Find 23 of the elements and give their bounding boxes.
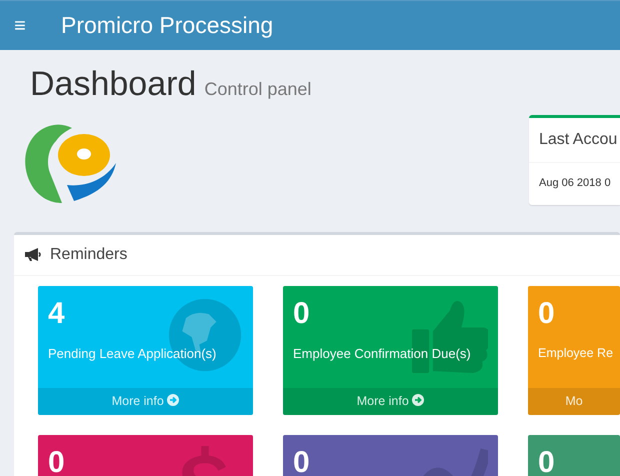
arrow-circle-icon <box>412 394 424 406</box>
app-title: Promicro Processing <box>61 11 274 40</box>
count-text: 4 <box>48 296 65 332</box>
page-title: Dashboard <box>30 64 196 105</box>
megaphone-icon <box>24 247 42 262</box>
card-value: Aug 06 2018 0 <box>538 176 612 191</box>
count-text: 0 <box>538 296 555 332</box>
menu-button[interactable]: ≡ <box>0 10 40 40</box>
panel-title: Reminders <box>50 244 128 265</box>
count-text: 0 <box>538 444 555 476</box>
count-text: 0 <box>293 296 310 332</box>
logo-icon <box>22 122 118 205</box>
more-info-link[interactable]: Mo <box>528 388 620 415</box>
box-label: Employee Confirmation Due(s) <box>293 344 472 363</box>
card-title: Last Accou <box>529 118 620 163</box>
box-label: Pending Leave Application(s) <box>48 344 218 363</box>
more-info-link[interactable]: More info <box>38 388 253 415</box>
count-text: 0 <box>293 444 310 476</box>
count-text: 0 <box>48 444 65 476</box>
box-label: Employee Re <box>538 344 610 362</box>
arrow-circle-icon <box>167 394 180 406</box>
page-subtitle: Control panel <box>204 78 312 101</box>
more-info-link[interactable]: More info <box>283 388 498 415</box>
